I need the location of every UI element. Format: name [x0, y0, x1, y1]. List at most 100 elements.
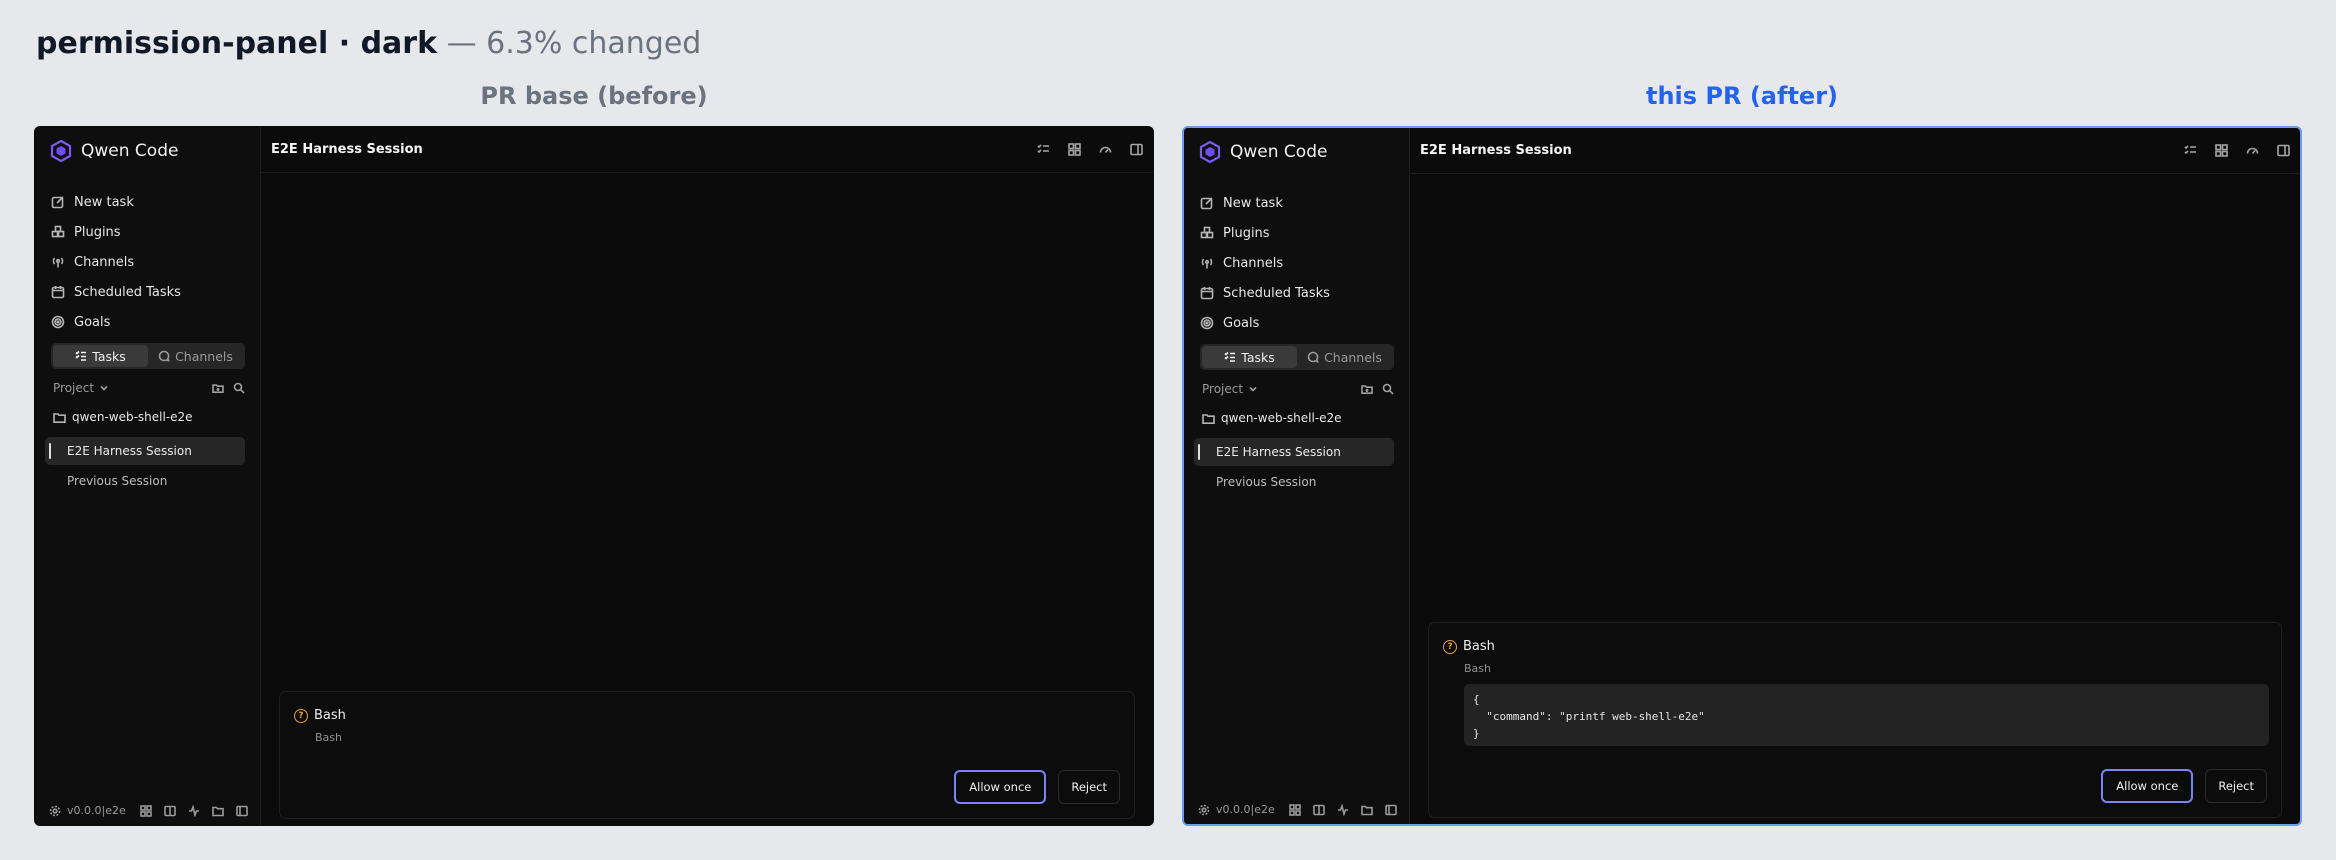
chevron-down-icon — [100, 385, 108, 391]
question-icon: ? — [294, 708, 308, 723]
project-dropdown[interactable]: Project — [53, 381, 110, 395]
nav-label: Channels — [1223, 255, 1284, 271]
tab-channels-label: Channels — [175, 348, 233, 364]
session-item-previous[interactable]: Previous Session — [45, 467, 245, 495]
page-heading: permission-panel · dark — 6.3% changed — [36, 26, 701, 61]
checklist-icon[interactable] — [1037, 143, 1050, 156]
permission-code-block: { "command": "printf web-shell-e2e" } — [1464, 684, 2269, 746]
search-icon[interactable] — [233, 382, 245, 394]
page-title-suffix: — 6.3% changed — [446, 26, 702, 61]
brand[interactable]: Qwen Code — [49, 139, 178, 163]
split-view-icon[interactable] — [163, 805, 176, 817]
permission-header: ? Bash — [294, 708, 346, 723]
brand-name: Qwen Code — [81, 141, 179, 161]
sidebar-toggle-icon[interactable] — [2277, 144, 2290, 157]
nav-channels[interactable]: Channels — [1200, 248, 1330, 278]
list-check-icon — [1224, 351, 1236, 362]
activity-icon[interactable] — [188, 804, 200, 817]
search-icon[interactable] — [1382, 383, 1394, 395]
broadcast-icon — [52, 257, 64, 268]
tab-channels-label: Channels — [1324, 349, 1382, 365]
tab-tasks-label: Tasks — [1241, 349, 1275, 365]
permission-actions: Allow once Reject — [954, 770, 1120, 804]
panel-layout-icon[interactable] — [1384, 804, 1397, 816]
sidebar: Qwen Code New task Plugins Channels Sche… — [1184, 128, 1410, 824]
sidebar-nav: New task Plugins Channels Scheduled Task… — [51, 187, 181, 337]
settings-gear-icon[interactable] — [49, 805, 61, 817]
allow-once-button[interactable]: Allow once — [954, 770, 1047, 804]
sidebar-footer: v0.0.0|e2e — [1198, 803, 1398, 816]
gauge-icon[interactable] — [2246, 144, 2259, 157]
view-segmented-control: Tasks Channels — [1200, 344, 1394, 370]
nav-goals[interactable]: Goals — [51, 307, 181, 337]
nav-scheduled-tasks[interactable]: Scheduled Tasks — [1200, 278, 1330, 308]
folder-open-icon — [53, 412, 66, 423]
checklist-icon[interactable] — [2184, 144, 2197, 157]
sidebar-nav: New task Plugins Channels Scheduled Task… — [1200, 188, 1330, 338]
new-folder-icon[interactable] — [212, 382, 224, 394]
nav-label: Goals — [1223, 315, 1260, 331]
nav-goals[interactable]: Goals — [1200, 308, 1330, 338]
apps-icon[interactable] — [2215, 144, 2228, 157]
project-header: Project — [53, 381, 245, 395]
chat-bubble-icon — [1307, 351, 1319, 363]
grid-icon[interactable] — [1288, 803, 1301, 816]
reject-button[interactable]: Reject — [1058, 770, 1120, 804]
brand[interactable]: Qwen Code — [1198, 140, 1327, 164]
nav-new-task[interactable]: New task — [51, 187, 181, 217]
project-folder[interactable]: qwen-web-shell-e2e — [1202, 411, 1342, 425]
brand-name: Qwen Code — [1230, 142, 1328, 162]
nav-label: Scheduled Tasks — [74, 284, 181, 300]
nav-new-task[interactable]: New task — [1200, 188, 1330, 218]
nav-label: Plugins — [1223, 225, 1270, 241]
permission-tool-name: Bash — [314, 708, 346, 723]
folder-open-icon — [1202, 413, 1215, 424]
tab-tasks[interactable]: Tasks — [53, 345, 148, 367]
grid-icon[interactable] — [139, 804, 152, 817]
main-panel: E2E Harness Session ? Bash Bash Allow on… — [261, 127, 1153, 825]
session-item-previous[interactable]: Previous Session — [1194, 468, 1394, 496]
project-dropdown[interactable]: Project — [1202, 382, 1259, 396]
app-frame-after: Qwen Code New task Plugins Channels Sche… — [1182, 126, 2302, 826]
nav-channels[interactable]: Channels — [51, 247, 181, 277]
split-view-icon[interactable] — [1312, 804, 1325, 816]
tab-tasks-label: Tasks — [92, 348, 126, 364]
tab-channels[interactable]: Channels — [148, 345, 243, 367]
qwen-logo-icon — [50, 139, 72, 163]
sidebar-toggle-icon[interactable] — [1130, 143, 1143, 156]
nav-plugins[interactable]: Plugins — [1200, 218, 1330, 248]
app-frame-before: Qwen Code New task Plugins Channels Sche… — [34, 126, 1154, 826]
before-column-title: PR base (before) — [480, 82, 708, 110]
folder-icon[interactable] — [211, 805, 224, 817]
allow-once-button[interactable]: Allow once — [2101, 769, 2194, 803]
tab-channels[interactable]: Channels — [1297, 346, 1392, 368]
permission-header: ? Bash — [1443, 639, 1495, 654]
panel-layout-icon[interactable] — [235, 805, 248, 817]
version-label: v0.0.0|e2e — [67, 804, 126, 817]
nav-label: New task — [74, 194, 134, 210]
nav-scheduled-tasks[interactable]: Scheduled Tasks — [51, 277, 181, 307]
gauge-icon[interactable] — [1099, 143, 1112, 156]
new-task-icon — [1200, 197, 1213, 210]
nav-plugins[interactable]: Plugins — [51, 217, 181, 247]
target-icon — [51, 315, 65, 329]
new-folder-icon[interactable] — [1361, 383, 1373, 395]
project-label: Project — [53, 381, 95, 395]
folder-name: qwen-web-shell-e2e — [72, 410, 193, 424]
nav-label: Goals — [74, 314, 111, 330]
folder-icon[interactable] — [1360, 804, 1373, 816]
apps-icon[interactable] — [1068, 143, 1081, 156]
session-item-active[interactable]: E2E Harness Session — [45, 437, 245, 465]
activity-icon[interactable] — [1337, 803, 1349, 816]
settings-gear-icon[interactable] — [1198, 804, 1210, 816]
permission-panel: ? Bash Bash Allow once Reject { "command… — [1428, 622, 2282, 818]
project-label: Project — [1202, 382, 1244, 396]
reject-button[interactable]: Reject — [2205, 769, 2267, 803]
permission-tool-name: Bash — [1463, 639, 1495, 654]
project-folder[interactable]: qwen-web-shell-e2e — [53, 410, 193, 424]
tab-tasks[interactable]: Tasks — [1202, 346, 1297, 368]
main-header: E2E Harness Session — [1410, 128, 2300, 174]
calendar-clock-icon — [51, 286, 65, 299]
nav-label: Scheduled Tasks — [1223, 285, 1330, 301]
session-item-active[interactable]: E2E Harness Session — [1194, 438, 1394, 466]
